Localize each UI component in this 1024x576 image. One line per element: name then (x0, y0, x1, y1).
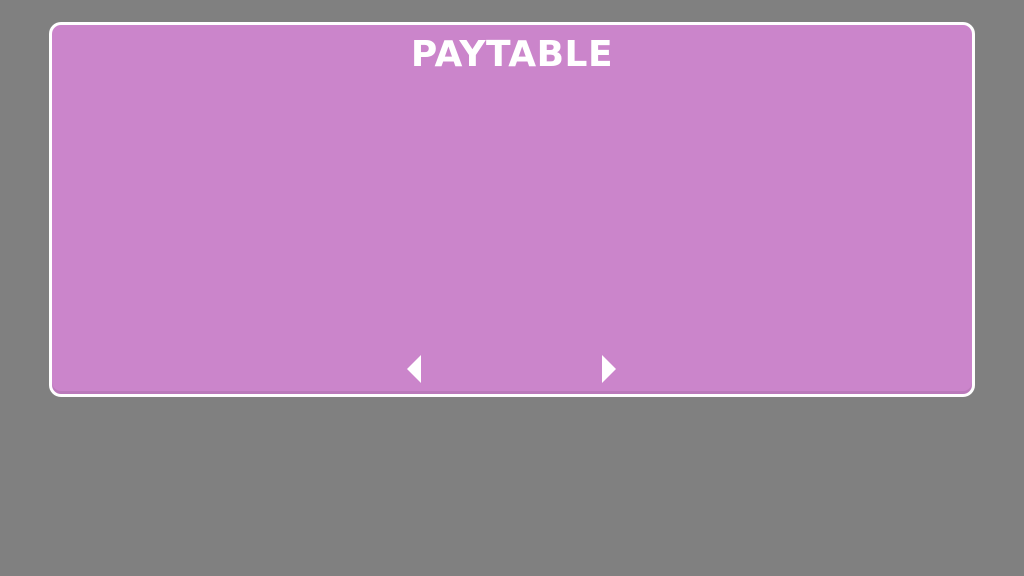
paytable-panel: PAYTABLE (49, 22, 975, 397)
triangle-right-icon (602, 355, 616, 383)
paytable-title: PAYTABLE (410, 34, 614, 75)
next-page-button[interactable] (599, 353, 619, 385)
triangle-left-icon (407, 355, 421, 383)
game-stage: PAYTABLE (0, 0, 1024, 576)
previous-page-button[interactable] (404, 353, 424, 385)
